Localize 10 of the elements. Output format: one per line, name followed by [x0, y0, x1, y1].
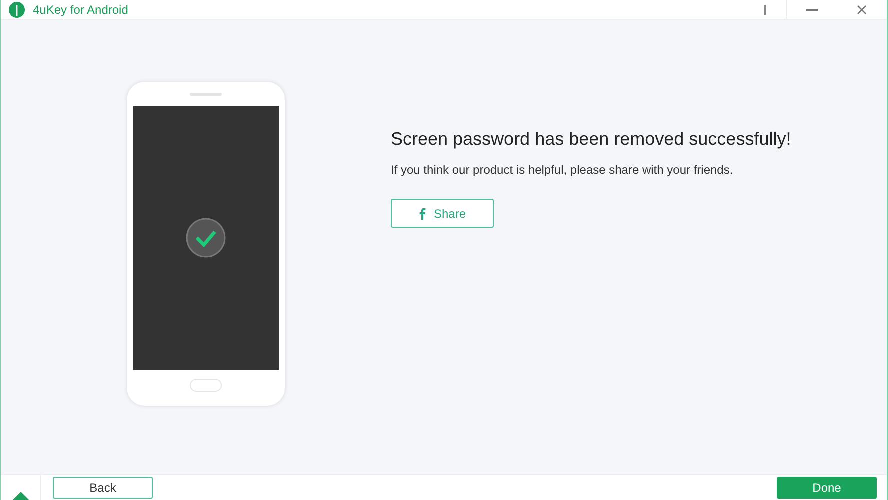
close-icon [857, 4, 867, 14]
share-message: If you think our product is helpful, please share with your friends. [391, 162, 734, 179]
done-button[interactable]: Done [777, 476, 877, 498]
facebook-icon [418, 208, 426, 220]
check-icon [186, 218, 226, 258]
success-heading: Screen password has been removed successfully! [391, 128, 792, 151]
share-button[interactable]: Share [391, 199, 494, 228]
back-button[interactable]: Back [53, 476, 153, 498]
window-title: 4uKey for Android [33, 2, 128, 18]
minimize-icon [806, 8, 818, 10]
